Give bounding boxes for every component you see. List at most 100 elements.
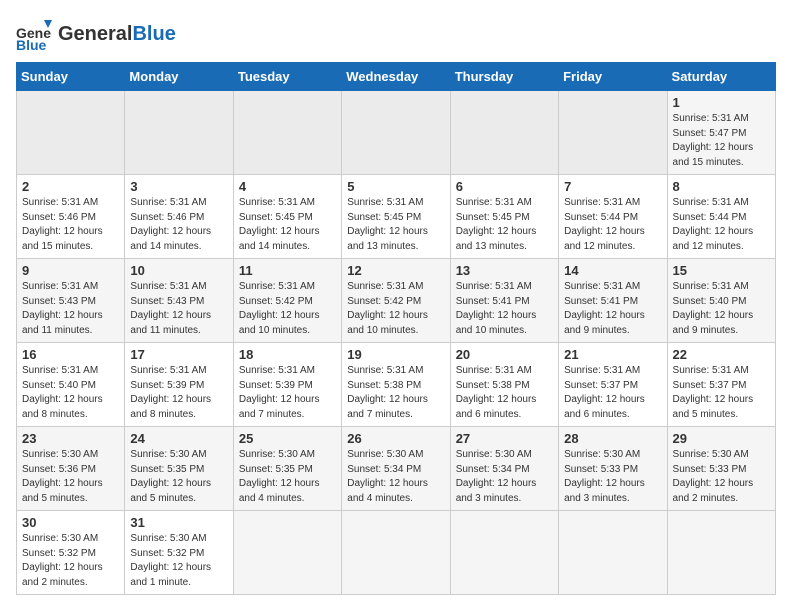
- calendar-day-cell: 14 Sunrise: 5:31 AM Sunset: 5:41 PM Dayli…: [559, 259, 667, 343]
- svg-text:Blue: Blue: [16, 37, 47, 52]
- day-info: Sunrise: 5:30 AM Sunset: 5:32 PM Dayligh…: [22, 532, 119, 590]
- calendar-day-cell: 12Sunrise: 5:31 AM Sunset: 5:42 PM Dayli…: [342, 259, 450, 343]
- day-info: Sunrise: 5:31 AM Sunset: 5:39 PM Dayligh…: [239, 364, 336, 422]
- calendar-day-cell: 13 Sunrise: 5:31 AM Sunset: 5:41 PM Dayli…: [450, 259, 558, 343]
- calendar-day-cell: [450, 91, 558, 175]
- calendar-day-cell: 19Sunrise: 5:31 AM Sunset: 5:38 PM Dayli…: [342, 343, 450, 427]
- logo-icon: General Blue: [16, 16, 52, 52]
- day-number: 20: [456, 347, 553, 362]
- calendar-week-row: 2 Sunrise: 5:31 AM Sunset: 5:46 PM Daylig…: [17, 175, 776, 259]
- col-header-friday: Friday: [559, 63, 667, 91]
- day-number: 4: [239, 179, 336, 194]
- day-number: 7: [564, 179, 661, 194]
- day-info: Sunrise: 5:30 AM Sunset: 5:33 PM Dayligh…: [673, 448, 770, 506]
- calendar-day-cell: 25 Sunrise: 5:30 AM Sunset: 5:35 PM Dayli…: [233, 427, 341, 511]
- calendar-day-cell: 3 Sunrise: 5:31 AM Sunset: 5:46 PM Daylig…: [125, 175, 233, 259]
- col-header-sunday: Sunday: [17, 63, 125, 91]
- day-number: 10: [130, 263, 227, 278]
- calendar-day-cell: [667, 511, 775, 595]
- day-info: Sunrise: 5:30 AM Sunset: 5:34 PM Dayligh…: [456, 448, 553, 506]
- calendar-day-cell: [450, 511, 558, 595]
- calendar-week-row: 16 Sunrise: 5:31 AM Sunset: 5:40 PM Dayli…: [17, 343, 776, 427]
- calendar-day-cell: 30 Sunrise: 5:30 AM Sunset: 5:32 PM Dayli…: [17, 511, 125, 595]
- day-number: 21: [564, 347, 661, 362]
- day-info: Sunrise: 5:30 AM Sunset: 5:35 PM Dayligh…: [239, 448, 336, 506]
- day-number: 11: [239, 263, 336, 278]
- day-info: Sunrise: 5:31 AM Sunset: 5:37 PM Dayligh…: [673, 364, 770, 422]
- day-number: 12: [347, 263, 444, 278]
- day-number: 6: [456, 179, 553, 194]
- calendar-day-cell: [342, 91, 450, 175]
- calendar-day-cell: 18 Sunrise: 5:31 AM Sunset: 5:39 PM Dayli…: [233, 343, 341, 427]
- day-number: 14: [564, 263, 661, 278]
- calendar-table: SundayMondayTuesdayWednesdayThursdayFrid…: [16, 62, 776, 595]
- calendar-day-cell: 31Sunrise: 5:30 AM Sunset: 5:32 PM Dayli…: [125, 511, 233, 595]
- day-number: 22: [673, 347, 770, 362]
- calendar-day-cell: 10 Sunrise: 5:31 AM Sunset: 5:43 PM Dayli…: [125, 259, 233, 343]
- calendar-day-cell: [233, 511, 341, 595]
- calendar-day-cell: [17, 91, 125, 175]
- day-info: Sunrise: 5:31 AM Sunset: 5:41 PM Dayligh…: [456, 280, 553, 338]
- day-number: 18: [239, 347, 336, 362]
- day-info: Sunrise: 5:31 AM Sunset: 5:41 PM Dayligh…: [564, 280, 661, 338]
- calendar-day-cell: [233, 91, 341, 175]
- page-header: General Blue GeneralBlue: [16, 16, 776, 52]
- calendar-day-cell: 8Sunrise: 5:31 AM Sunset: 5:44 PM Daylig…: [667, 175, 775, 259]
- day-number: 9: [22, 263, 119, 278]
- col-header-monday: Monday: [125, 63, 233, 91]
- calendar-day-cell: [125, 91, 233, 175]
- calendar-week-row: 23Sunrise: 5:30 AM Sunset: 5:36 PM Dayli…: [17, 427, 776, 511]
- day-info: Sunrise: 5:31 AM Sunset: 5:43 PM Dayligh…: [130, 280, 227, 338]
- calendar-day-cell: 29 Sunrise: 5:30 AM Sunset: 5:33 PM Dayli…: [667, 427, 775, 511]
- day-number: 26: [347, 431, 444, 446]
- day-number: 25: [239, 431, 336, 446]
- day-info: Sunrise: 5:30 AM Sunset: 5:35 PM Dayligh…: [130, 448, 227, 506]
- day-info: Sunrise: 5:31 AM Sunset: 5:44 PM Dayligh…: [673, 196, 770, 254]
- calendar-day-cell: 16 Sunrise: 5:31 AM Sunset: 5:40 PM Dayli…: [17, 343, 125, 427]
- col-header-saturday: Saturday: [667, 63, 775, 91]
- calendar-day-cell: 27 Sunrise: 5:30 AM Sunset: 5:34 PM Dayli…: [450, 427, 558, 511]
- calendar-day-cell: 6Sunrise: 5:31 AM Sunset: 5:45 PM Daylig…: [450, 175, 558, 259]
- day-info: Sunrise: 5:31 AM Sunset: 5:46 PM Dayligh…: [130, 196, 227, 254]
- day-number: 16: [22, 347, 119, 362]
- day-number: 24: [130, 431, 227, 446]
- calendar-day-cell: 11Sunrise: 5:31 AM Sunset: 5:42 PM Dayli…: [233, 259, 341, 343]
- calendar-body: 1Sunrise: 5:31 AM Sunset: 5:47 PM Daylig…: [17, 91, 776, 595]
- calendar-day-cell: [342, 511, 450, 595]
- day-info: Sunrise: 5:31 AM Sunset: 5:40 PM Dayligh…: [673, 280, 770, 338]
- day-number: 13: [456, 263, 553, 278]
- logo: General Blue GeneralBlue: [16, 16, 176, 52]
- day-number: 28: [564, 431, 661, 446]
- calendar-day-cell: 1Sunrise: 5:31 AM Sunset: 5:47 PM Daylig…: [667, 91, 775, 175]
- day-info: Sunrise: 5:31 AM Sunset: 5:43 PM Dayligh…: [22, 280, 119, 338]
- calendar-week-row: 9 Sunrise: 5:31 AM Sunset: 5:43 PM Daylig…: [17, 259, 776, 343]
- calendar-day-cell: 21Sunrise: 5:31 AM Sunset: 5:37 PM Dayli…: [559, 343, 667, 427]
- day-info: Sunrise: 5:30 AM Sunset: 5:33 PM Dayligh…: [564, 448, 661, 506]
- day-number: 30: [22, 515, 119, 530]
- day-info: Sunrise: 5:31 AM Sunset: 5:38 PM Dayligh…: [347, 364, 444, 422]
- calendar-day-cell: 26Sunrise: 5:30 AM Sunset: 5:34 PM Dayli…: [342, 427, 450, 511]
- calendar-day-cell: 17 Sunrise: 5:31 AM Sunset: 5:39 PM Dayli…: [125, 343, 233, 427]
- calendar-day-cell: [559, 511, 667, 595]
- calendar-day-cell: 5Sunrise: 5:31 AM Sunset: 5:45 PM Daylig…: [342, 175, 450, 259]
- calendar-week-row: 30 Sunrise: 5:30 AM Sunset: 5:32 PM Dayli…: [17, 511, 776, 595]
- day-number: 23: [22, 431, 119, 446]
- day-info: Sunrise: 5:31 AM Sunset: 5:39 PM Dayligh…: [130, 364, 227, 422]
- day-info: Sunrise: 5:31 AM Sunset: 5:47 PM Dayligh…: [673, 112, 770, 170]
- day-number: 2: [22, 179, 119, 194]
- calendar-day-cell: 9 Sunrise: 5:31 AM Sunset: 5:43 PM Daylig…: [17, 259, 125, 343]
- calendar-day-cell: 20 Sunrise: 5:31 AM Sunset: 5:38 PM Dayli…: [450, 343, 558, 427]
- day-info: Sunrise: 5:31 AM Sunset: 5:40 PM Dayligh…: [22, 364, 119, 422]
- calendar-day-cell: 2Sunrise: 5:31 AM Sunset: 5:46 PM Daylig…: [17, 175, 125, 259]
- day-number: 3: [130, 179, 227, 194]
- day-info: Sunrise: 5:31 AM Sunset: 5:38 PM Dayligh…: [456, 364, 553, 422]
- day-info: Sunrise: 5:31 AM Sunset: 5:44 PM Dayligh…: [564, 196, 661, 254]
- day-number: 17: [130, 347, 227, 362]
- calendar-week-row: 1Sunrise: 5:31 AM Sunset: 5:47 PM Daylig…: [17, 91, 776, 175]
- calendar-day-cell: 15Sunrise: 5:31 AM Sunset: 5:40 PM Dayli…: [667, 259, 775, 343]
- day-number: 27: [456, 431, 553, 446]
- calendar-header-row: SundayMondayTuesdayWednesdayThursdayFrid…: [17, 63, 776, 91]
- day-number: 29: [673, 431, 770, 446]
- day-info: Sunrise: 5:31 AM Sunset: 5:45 PM Dayligh…: [239, 196, 336, 254]
- col-header-thursday: Thursday: [450, 63, 558, 91]
